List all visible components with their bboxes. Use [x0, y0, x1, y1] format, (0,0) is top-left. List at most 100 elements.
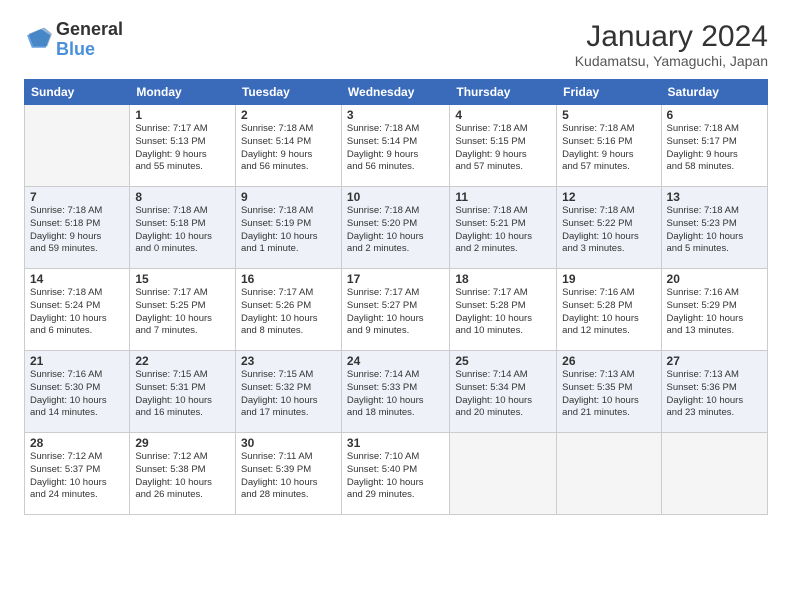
calendar-cell: 24Sunrise: 7:14 AM Sunset: 5:33 PM Dayli…: [341, 351, 449, 433]
logo: General Blue: [24, 20, 123, 60]
day-info: Sunrise: 7:18 AM Sunset: 5:14 PM Dayligh…: [241, 123, 336, 174]
day-info: Sunrise: 7:18 AM Sunset: 5:17 PM Dayligh…: [667, 123, 762, 174]
calendar-cell: [450, 433, 557, 515]
calendar-subtitle: Kudamatsu, Yamaguchi, Japan: [575, 53, 768, 69]
day-info: Sunrise: 7:18 AM Sunset: 5:18 PM Dayligh…: [30, 205, 124, 256]
calendar-cell: 16Sunrise: 7:17 AM Sunset: 5:26 PM Dayli…: [235, 269, 341, 351]
day-info: Sunrise: 7:14 AM Sunset: 5:33 PM Dayligh…: [347, 369, 444, 420]
calendar-cell: 12Sunrise: 7:18 AM Sunset: 5:22 PM Dayli…: [557, 187, 661, 269]
calendar-cell: 22Sunrise: 7:15 AM Sunset: 5:31 PM Dayli…: [130, 351, 236, 433]
day-number: 16: [241, 272, 336, 286]
day-number: 22: [135, 354, 230, 368]
day-number: 31: [347, 436, 444, 450]
calendar-cell: 7Sunrise: 7:18 AM Sunset: 5:18 PM Daylig…: [25, 187, 130, 269]
day-info: Sunrise: 7:12 AM Sunset: 5:37 PM Dayligh…: [30, 451, 124, 502]
day-info: Sunrise: 7:18 AM Sunset: 5:20 PM Dayligh…: [347, 205, 444, 256]
day-info: Sunrise: 7:14 AM Sunset: 5:34 PM Dayligh…: [455, 369, 551, 420]
calendar-row: 14Sunrise: 7:18 AM Sunset: 5:24 PM Dayli…: [25, 269, 768, 351]
calendar-cell: 2Sunrise: 7:18 AM Sunset: 5:14 PM Daylig…: [235, 105, 341, 187]
day-info: Sunrise: 7:10 AM Sunset: 5:40 PM Dayligh…: [347, 451, 444, 502]
day-number: 13: [667, 190, 762, 204]
col-header-wednesday: Wednesday: [341, 80, 449, 105]
day-info: Sunrise: 7:18 AM Sunset: 5:16 PM Dayligh…: [562, 123, 655, 174]
calendar-cell: 20Sunrise: 7:16 AM Sunset: 5:29 PM Dayli…: [661, 269, 767, 351]
day-info: Sunrise: 7:18 AM Sunset: 5:18 PM Dayligh…: [135, 205, 230, 256]
calendar-cell: 4Sunrise: 7:18 AM Sunset: 5:15 PM Daylig…: [450, 105, 557, 187]
day-number: 6: [667, 108, 762, 122]
calendar-row: 28Sunrise: 7:12 AM Sunset: 5:37 PM Dayli…: [25, 433, 768, 515]
calendar-row: 1Sunrise: 7:17 AM Sunset: 5:13 PM Daylig…: [25, 105, 768, 187]
day-number: 12: [562, 190, 655, 204]
col-header-monday: Monday: [130, 80, 236, 105]
logo-icon: [24, 26, 52, 54]
day-info: Sunrise: 7:15 AM Sunset: 5:32 PM Dayligh…: [241, 369, 336, 420]
day-number: 15: [135, 272, 230, 286]
calendar-cell: 1Sunrise: 7:17 AM Sunset: 5:13 PM Daylig…: [130, 105, 236, 187]
header-row: SundayMondayTuesdayWednesdayThursdayFrid…: [25, 80, 768, 105]
calendar-cell: 31Sunrise: 7:10 AM Sunset: 5:40 PM Dayli…: [341, 433, 449, 515]
day-info: Sunrise: 7:17 AM Sunset: 5:25 PM Dayligh…: [135, 287, 230, 338]
day-number: 23: [241, 354, 336, 368]
day-info: Sunrise: 7:12 AM Sunset: 5:38 PM Dayligh…: [135, 451, 230, 502]
calendar-cell: 18Sunrise: 7:17 AM Sunset: 5:28 PM Dayli…: [450, 269, 557, 351]
calendar-cell: [25, 105, 130, 187]
calendar-cell: 21Sunrise: 7:16 AM Sunset: 5:30 PM Dayli…: [25, 351, 130, 433]
logo-line1: General: [56, 20, 123, 40]
day-number: 21: [30, 354, 124, 368]
calendar-cell: 17Sunrise: 7:17 AM Sunset: 5:27 PM Dayli…: [341, 269, 449, 351]
calendar-cell: 19Sunrise: 7:16 AM Sunset: 5:28 PM Dayli…: [557, 269, 661, 351]
calendar-cell: 14Sunrise: 7:18 AM Sunset: 5:24 PM Dayli…: [25, 269, 130, 351]
calendar-row: 21Sunrise: 7:16 AM Sunset: 5:30 PM Dayli…: [25, 351, 768, 433]
day-number: 27: [667, 354, 762, 368]
calendar-cell: 30Sunrise: 7:11 AM Sunset: 5:39 PM Dayli…: [235, 433, 341, 515]
day-info: Sunrise: 7:18 AM Sunset: 5:15 PM Dayligh…: [455, 123, 551, 174]
calendar-cell: 23Sunrise: 7:15 AM Sunset: 5:32 PM Dayli…: [235, 351, 341, 433]
day-number: 2: [241, 108, 336, 122]
title-block: January 2024 Kudamatsu, Yamaguchi, Japan: [575, 20, 768, 69]
calendar-cell: 28Sunrise: 7:12 AM Sunset: 5:37 PM Dayli…: [25, 433, 130, 515]
day-info: Sunrise: 7:18 AM Sunset: 5:23 PM Dayligh…: [667, 205, 762, 256]
day-info: Sunrise: 7:16 AM Sunset: 5:30 PM Dayligh…: [30, 369, 124, 420]
day-number: 5: [562, 108, 655, 122]
col-header-sunday: Sunday: [25, 80, 130, 105]
day-number: 7: [30, 190, 124, 204]
day-number: 4: [455, 108, 551, 122]
day-info: Sunrise: 7:18 AM Sunset: 5:24 PM Dayligh…: [30, 287, 124, 338]
calendar-cell: 15Sunrise: 7:17 AM Sunset: 5:25 PM Dayli…: [130, 269, 236, 351]
calendar-cell: 5Sunrise: 7:18 AM Sunset: 5:16 PM Daylig…: [557, 105, 661, 187]
col-header-tuesday: Tuesday: [235, 80, 341, 105]
day-number: 29: [135, 436, 230, 450]
calendar-cell: [661, 433, 767, 515]
calendar-cell: 13Sunrise: 7:18 AM Sunset: 5:23 PM Dayli…: [661, 187, 767, 269]
logo-text: General Blue: [56, 20, 123, 60]
day-info: Sunrise: 7:17 AM Sunset: 5:26 PM Dayligh…: [241, 287, 336, 338]
calendar-cell: 27Sunrise: 7:13 AM Sunset: 5:36 PM Dayli…: [661, 351, 767, 433]
calendar-cell: 29Sunrise: 7:12 AM Sunset: 5:38 PM Dayli…: [130, 433, 236, 515]
day-number: 20: [667, 272, 762, 286]
day-number: 24: [347, 354, 444, 368]
calendar-cell: 8Sunrise: 7:18 AM Sunset: 5:18 PM Daylig…: [130, 187, 236, 269]
calendar-cell: 3Sunrise: 7:18 AM Sunset: 5:14 PM Daylig…: [341, 105, 449, 187]
day-info: Sunrise: 7:15 AM Sunset: 5:31 PM Dayligh…: [135, 369, 230, 420]
col-header-friday: Friday: [557, 80, 661, 105]
day-info: Sunrise: 7:11 AM Sunset: 5:39 PM Dayligh…: [241, 451, 336, 502]
calendar-cell: 10Sunrise: 7:18 AM Sunset: 5:20 PM Dayli…: [341, 187, 449, 269]
page: General Blue January 2024 Kudamatsu, Yam…: [0, 0, 792, 612]
calendar-cell: [557, 433, 661, 515]
calendar-cell: 6Sunrise: 7:18 AM Sunset: 5:17 PM Daylig…: [661, 105, 767, 187]
day-info: Sunrise: 7:17 AM Sunset: 5:28 PM Dayligh…: [455, 287, 551, 338]
day-number: 3: [347, 108, 444, 122]
calendar-table: SundayMondayTuesdayWednesdayThursdayFrid…: [24, 79, 768, 515]
day-info: Sunrise: 7:18 AM Sunset: 5:21 PM Dayligh…: [455, 205, 551, 256]
day-info: Sunrise: 7:18 AM Sunset: 5:22 PM Dayligh…: [562, 205, 655, 256]
day-info: Sunrise: 7:18 AM Sunset: 5:19 PM Dayligh…: [241, 205, 336, 256]
day-number: 28: [30, 436, 124, 450]
day-info: Sunrise: 7:18 AM Sunset: 5:14 PM Dayligh…: [347, 123, 444, 174]
day-number: 18: [455, 272, 551, 286]
day-number: 8: [135, 190, 230, 204]
day-info: Sunrise: 7:13 AM Sunset: 5:35 PM Dayligh…: [562, 369, 655, 420]
day-number: 10: [347, 190, 444, 204]
calendar-title: January 2024: [575, 20, 768, 53]
day-number: 26: [562, 354, 655, 368]
calendar-row: 7Sunrise: 7:18 AM Sunset: 5:18 PM Daylig…: [25, 187, 768, 269]
